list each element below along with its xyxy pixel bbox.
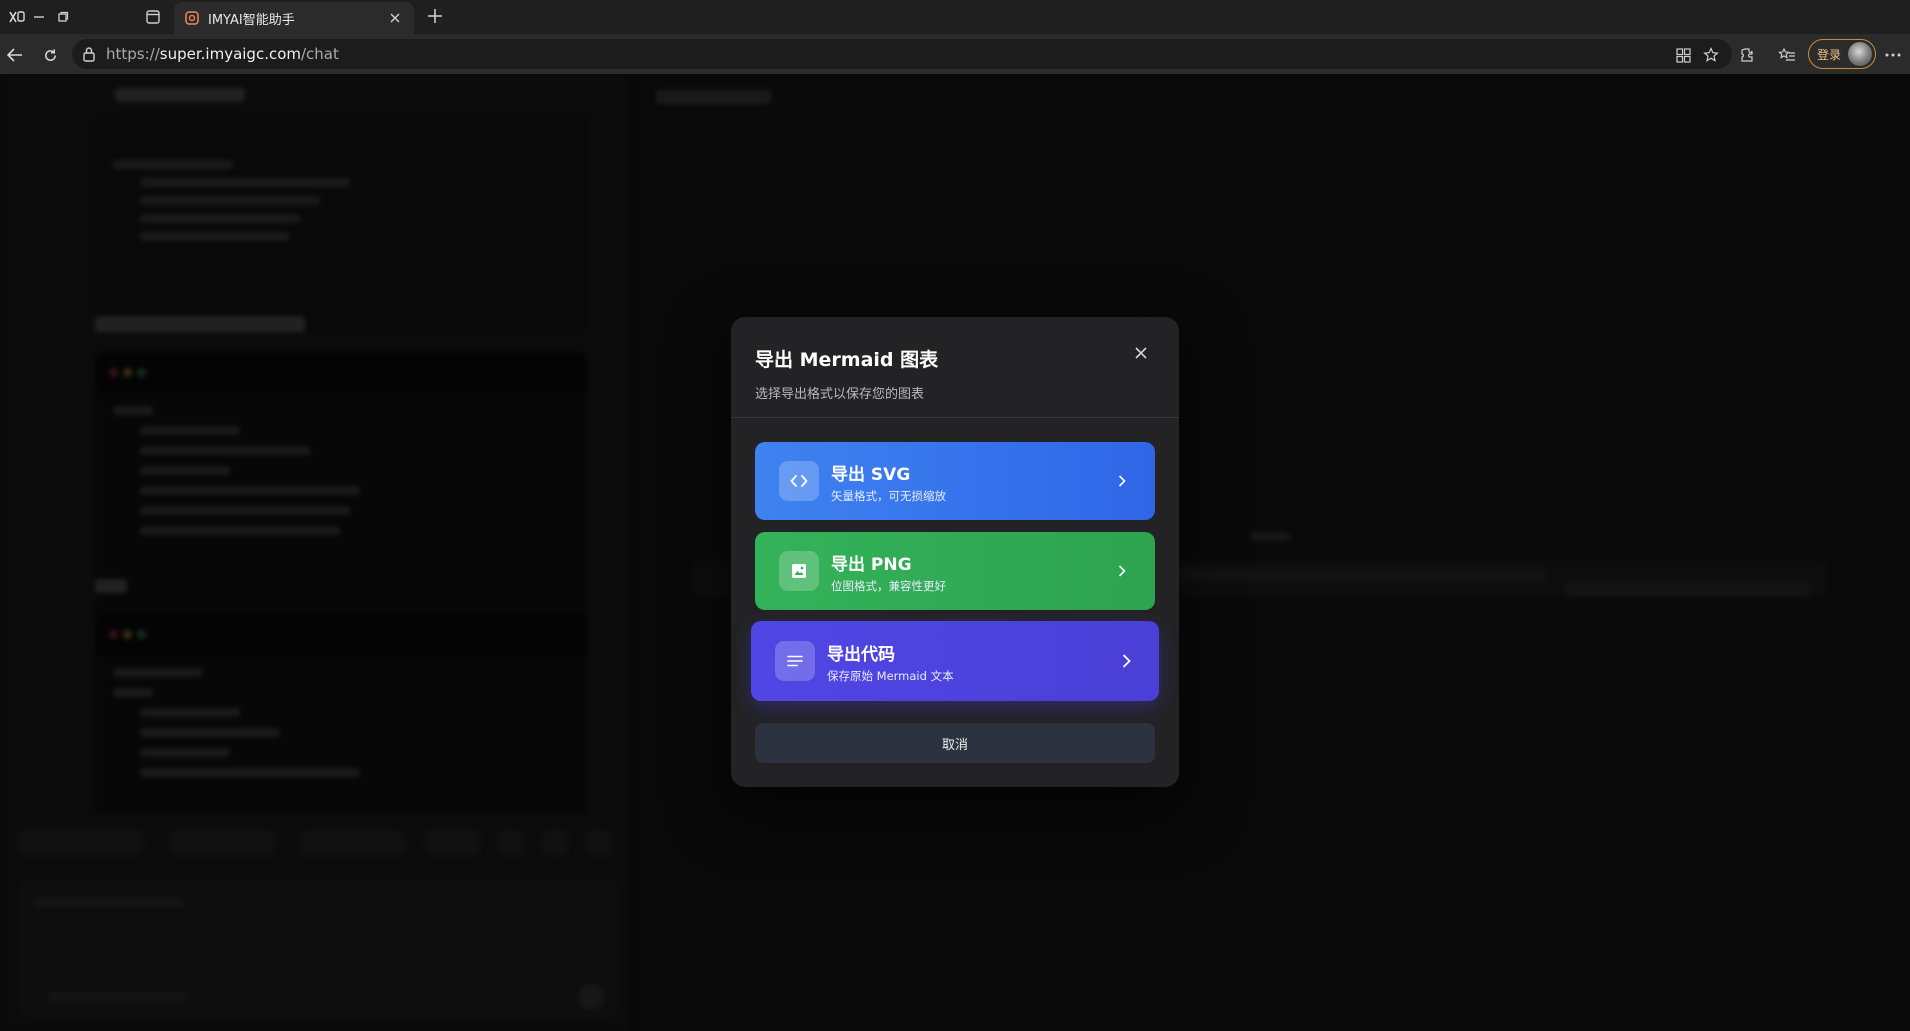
divider bbox=[731, 417, 1179, 418]
export-mermaid-dialog: 导出 Mermaid 图表 选择导出格式以保存您的图表 导出 SVG 矢量格式，… bbox=[731, 317, 1179, 787]
export-svg-button[interactable]: 导出 SVG 矢量格式，可无损缩放 bbox=[755, 442, 1155, 520]
url-path: /chat bbox=[301, 45, 339, 63]
tab-imyai[interactable]: IMYAI智能助手 bbox=[174, 2, 414, 34]
chevron-right-icon bbox=[1117, 652, 1135, 670]
login-label: 登录 bbox=[1817, 47, 1842, 62]
reload-icon[interactable] bbox=[37, 42, 63, 68]
export-png-description: 位图格式，兼容性更好 bbox=[831, 579, 946, 593]
cancel-button[interactable]: 取消 bbox=[755, 723, 1155, 763]
chevron-right-icon bbox=[1113, 562, 1131, 580]
url-scheme: https:// bbox=[106, 45, 160, 63]
minimize-icon[interactable] bbox=[28, 6, 50, 28]
tab-actions-icon[interactable] bbox=[142, 6, 164, 28]
export-png-label: 导出 PNG bbox=[831, 555, 912, 575]
export-code-label: 导出代码 bbox=[827, 645, 895, 665]
url-text: https://super.imyaigc.com/chat bbox=[106, 45, 339, 63]
favorite-star-icon[interactable] bbox=[1700, 44, 1722, 66]
back-icon[interactable] bbox=[2, 42, 28, 68]
text-lines-icon bbox=[775, 641, 815, 681]
export-png-button[interactable]: 导出 PNG 位图格式，兼容性更好 bbox=[755, 532, 1155, 610]
export-code-description: 保存原始 Mermaid 文本 bbox=[827, 669, 954, 683]
login-button[interactable]: 登录 bbox=[1808, 39, 1876, 69]
favorites-list-icon[interactable] bbox=[1774, 42, 1800, 68]
chevron-right-icon bbox=[1113, 472, 1131, 490]
browser-address-bar: https://super.imyaigc.com/chat 登录 bbox=[0, 34, 1910, 74]
dialog-subtitle: 选择导出格式以保存您的图表 bbox=[755, 387, 925, 402]
code-brackets-icon bbox=[779, 461, 819, 501]
export-svg-label: 导出 SVG bbox=[831, 465, 911, 485]
close-icon[interactable] bbox=[1127, 339, 1155, 367]
lock-icon[interactable] bbox=[82, 46, 98, 62]
more-menu-icon[interactable] bbox=[1880, 42, 1906, 68]
extensions-icon[interactable] bbox=[1734, 42, 1760, 68]
dialog-title: 导出 Mermaid 图表 bbox=[755, 349, 939, 371]
url-host: super.imyaigc.com bbox=[159, 45, 301, 63]
profile-avatar bbox=[1848, 42, 1872, 66]
export-svg-description: 矢量格式，可无损缩放 bbox=[831, 489, 946, 503]
imyai-favicon-icon bbox=[184, 10, 200, 26]
url-field[interactable]: https://super.imyaigc.com/chat bbox=[72, 39, 1732, 69]
browser-tab-bar: IMYAI智能助手 bbox=[0, 0, 1910, 34]
tab-title: IMYAI智能助手 bbox=[208, 12, 295, 28]
app-available-icon[interactable] bbox=[1672, 44, 1694, 66]
close-tab-icon[interactable] bbox=[386, 9, 404, 27]
workspaces-icon[interactable] bbox=[6, 6, 28, 28]
image-icon bbox=[779, 551, 819, 591]
restore-icon[interactable] bbox=[52, 6, 74, 28]
export-code-button[interactable]: 导出代码 保存原始 Mermaid 文本 bbox=[751, 621, 1159, 701]
new-tab-icon[interactable] bbox=[422, 3, 448, 29]
